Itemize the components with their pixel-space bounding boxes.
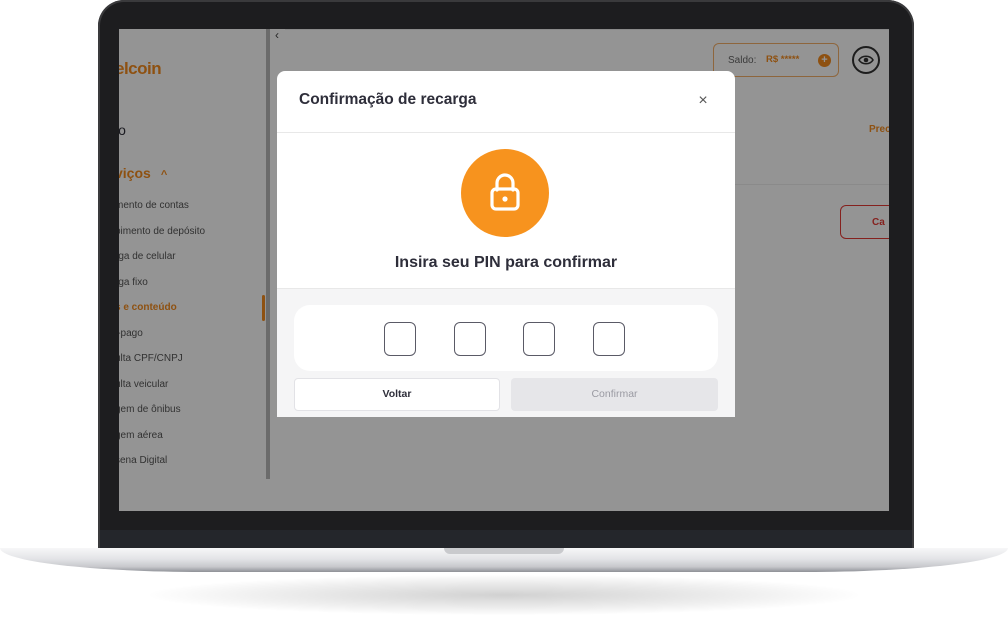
pin-input-group (294, 305, 718, 371)
pin-prompt: Insira seu PIN para confirmar (394, 254, 618, 271)
lock-icon (490, 173, 520, 211)
pin-digit-input[interactable] (454, 322, 486, 356)
lock-icon-badge (461, 149, 549, 237)
pin-digit-input[interactable] (523, 322, 555, 356)
confirm-button[interactable]: Confirmar (511, 378, 718, 411)
pin-digit-input[interactable] (384, 322, 416, 356)
laptop-base-notch (444, 548, 564, 554)
modal-header-divider (277, 132, 735, 133)
recharge-confirmation-modal: Confirmação de recarga × Insira seu PIN … (277, 71, 735, 417)
laptop-screen: elcoin io viços^ mento de contas pimento… (119, 29, 889, 511)
back-button[interactable]: Voltar (294, 378, 500, 411)
close-icon[interactable]: × (695, 93, 711, 109)
laptop-shadow (150, 575, 858, 615)
pin-digit-input[interactable] (593, 322, 625, 356)
pin-section: Voltar Confirmar (277, 289, 735, 417)
modal-title: Confirmação de recarga (299, 91, 477, 108)
